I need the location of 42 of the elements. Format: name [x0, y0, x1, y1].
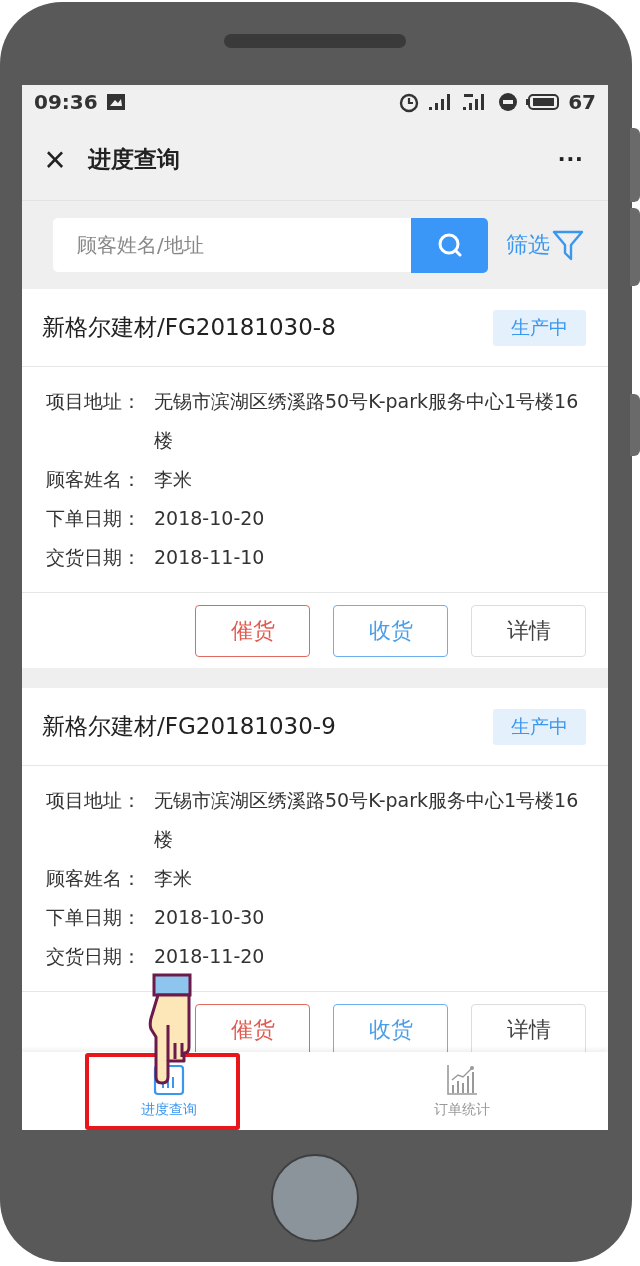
field-label: 下单日期： — [46, 905, 142, 930]
status-badge: 生产中 — [493, 708, 586, 745]
order-title: 新格尔建材/FG20181030-9 — [42, 712, 336, 741]
field-value: 2018-10-30 — [154, 905, 266, 930]
field-label: 项目地址： — [46, 389, 142, 414]
action-button[interactable]: 催货 — [195, 1003, 310, 1052]
field-value: 李米 — [154, 467, 193, 492]
funnel-icon — [552, 229, 584, 261]
more-button[interactable]: ··· — [558, 144, 584, 175]
field-label: 下单日期： — [46, 506, 142, 531]
image-icon — [105, 93, 126, 111]
battery-icon — [526, 93, 561, 111]
field-label: 交货日期： — [46, 944, 142, 969]
field-label: 交货日期： — [46, 545, 142, 570]
list-icon — [151, 1063, 186, 1097]
status-time: 09:36 — [34, 90, 98, 114]
field-value: 2018-10-20 — [154, 506, 266, 531]
action-button[interactable]: 收货 — [333, 1003, 448, 1052]
page-title: 进度查询 — [88, 145, 180, 174]
order-title: 新格尔建材/FG20181030-8 — [42, 313, 336, 342]
chart-icon — [444, 1063, 479, 1097]
tab[interactable]: 订单统计 — [315, 1052, 608, 1130]
field-value: 李米 — [154, 866, 193, 891]
field-value: 2018-11-10 — [154, 545, 266, 570]
field-label: 项目地址： — [46, 788, 142, 813]
pointing-hand-icon — [148, 973, 192, 1085]
field-value: 无锡市滨湖区绣溪路50号K-park服务中心1号楼16楼 — [154, 389, 580, 453]
action-button[interactable]: 收货 — [333, 604, 448, 657]
action-button[interactable]: 详情 — [471, 1003, 586, 1052]
action-button[interactable]: 详情 — [471, 604, 586, 657]
action-button[interactable]: 催货 — [195, 604, 310, 657]
close-button[interactable]: × — [40, 141, 70, 178]
field-label: 顾客姓名： — [46, 467, 142, 492]
field-value: 无锡市滨湖区绣溪路50号K-park服务中心1号楼16楼 — [154, 788, 580, 852]
filter-button[interactable]: 筛选 — [506, 229, 584, 261]
field-label: 顾客姓名： — [46, 866, 142, 891]
alarm-icon — [398, 91, 421, 113]
status-badge: 生产中 — [493, 309, 586, 346]
field-value: 2018-11-20 — [154, 944, 266, 969]
search-button[interactable] — [411, 217, 488, 273]
battery-level: 67 — [568, 90, 596, 114]
search-field[interactable]: 顾客姓名/地址 — [53, 218, 411, 272]
